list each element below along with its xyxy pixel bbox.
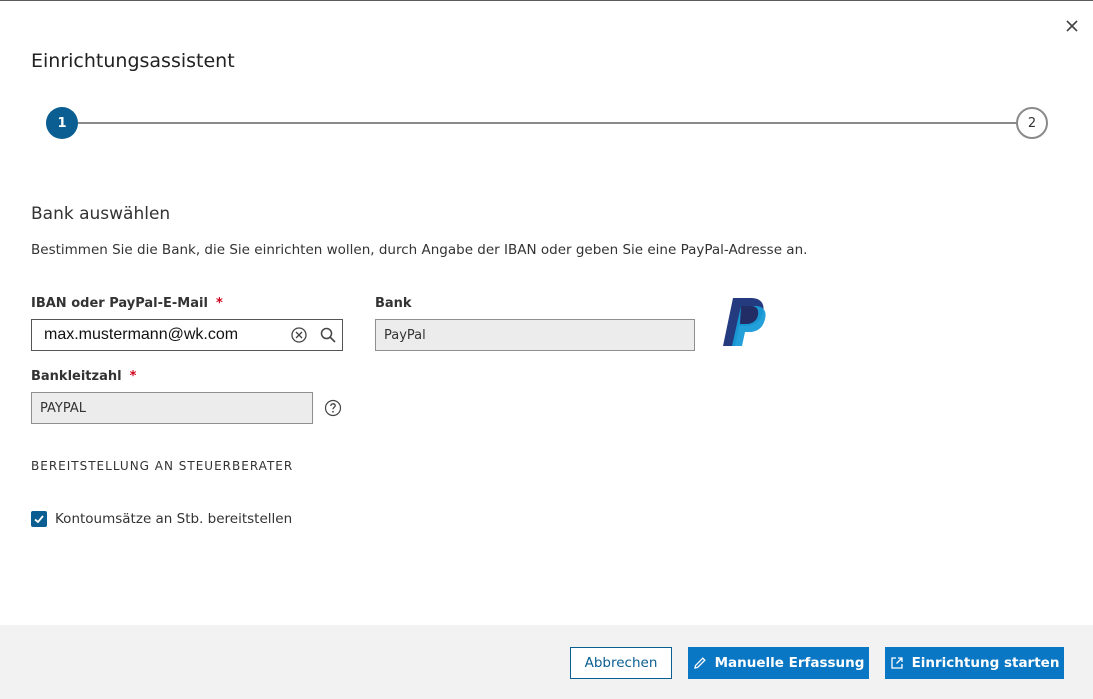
help-icon[interactable] xyxy=(324,399,342,417)
dialog-top-border xyxy=(0,0,1093,1)
cancel-button[interactable]: Abbrechen xyxy=(570,647,672,679)
manual-entry-button[interactable]: Manuelle Erfassung xyxy=(688,647,869,679)
provision-checkbox[interactable] xyxy=(31,511,47,527)
provision-checkbox-label[interactable]: Kontoumsätze an Stb. bereitstellen xyxy=(55,511,292,527)
required-mark: * xyxy=(129,369,137,384)
stepper-line xyxy=(62,122,1032,124)
iban-input-wrapper xyxy=(31,319,343,351)
start-setup-label: Einrichtung starten xyxy=(911,655,1060,671)
iban-input[interactable] xyxy=(32,320,294,350)
search-icon[interactable] xyxy=(319,326,337,344)
blz-label-text: Bankleitzahl xyxy=(31,369,122,384)
provision-heading: BEREITSTELLUNG AN STEUERBERATER xyxy=(31,459,294,473)
pencil-icon xyxy=(693,657,706,669)
section-description: Bestimmen Sie die Bank, die Sie einricht… xyxy=(31,242,808,258)
bank-label: Bank xyxy=(375,296,412,311)
paypal-logo-icon xyxy=(723,298,766,346)
blz-field: PAYPAL xyxy=(31,392,313,424)
external-link-icon xyxy=(890,657,903,669)
blz-label: Bankleitzahl * xyxy=(31,369,136,384)
iban-label: IBAN oder PayPal-E-Mail * xyxy=(31,296,223,311)
bank-field: PayPal xyxy=(375,319,695,351)
step-1: 1 xyxy=(46,107,78,139)
manual-entry-label: Manuelle Erfassung xyxy=(714,655,865,671)
close-icon xyxy=(1066,20,1078,32)
clear-icon[interactable] xyxy=(290,326,308,344)
iban-label-text: IBAN oder PayPal-E-Mail xyxy=(31,296,208,311)
close-button[interactable] xyxy=(1061,15,1083,37)
section-heading: Bank auswählen xyxy=(31,204,171,224)
start-setup-button[interactable]: Einrichtung starten xyxy=(885,647,1064,679)
required-mark: * xyxy=(215,296,223,311)
checkmark-icon xyxy=(34,515,44,524)
step-2: 2 xyxy=(1016,107,1048,139)
dialog-title: Einrichtungsassistent xyxy=(31,50,235,72)
